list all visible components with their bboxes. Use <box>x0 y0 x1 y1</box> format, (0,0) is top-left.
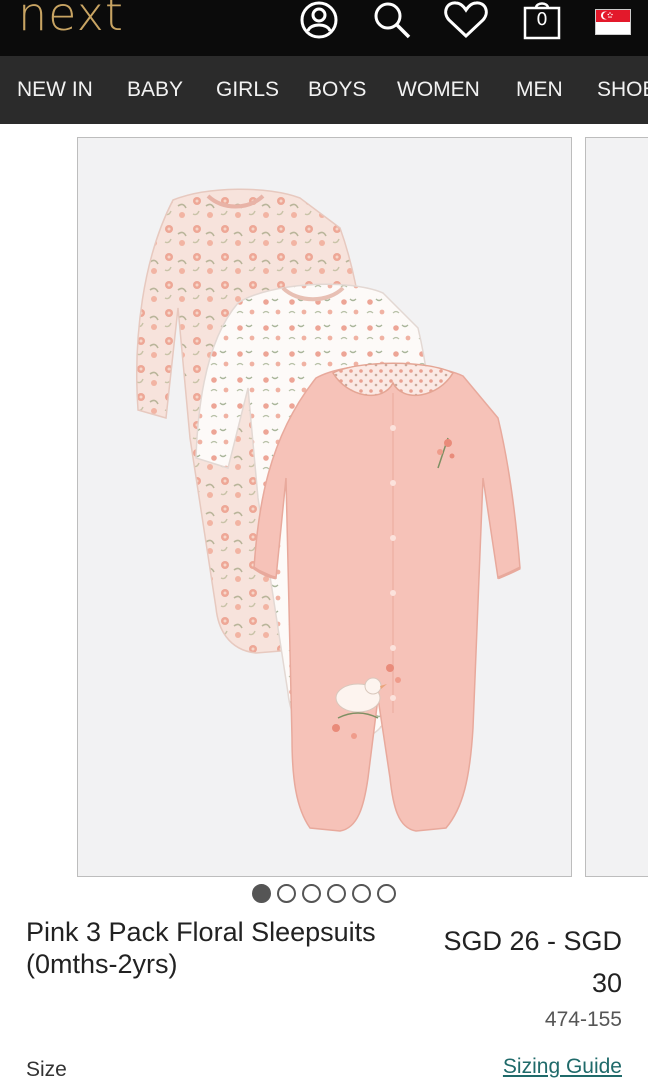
product-image[interactable] <box>77 137 572 877</box>
carousel-dot[interactable] <box>302 884 321 903</box>
carousel-dot[interactable] <box>277 884 296 903</box>
carousel-dot[interactable] <box>377 884 396 903</box>
carousel-dot[interactable] <box>327 884 346 903</box>
site-header: next 0 <box>0 0 648 56</box>
sleepsuit-pink <box>253 362 521 832</box>
wishlist-heart-icon[interactable] <box>442 0 490 40</box>
product-title: Pink 3 Pack Floral Sleepsuits (0mths-2yr… <box>26 917 376 979</box>
size-label: Size <box>26 1058 67 1080</box>
nav-item-new-in[interactable]: NEW IN <box>17 56 93 124</box>
nav-item-men[interactable]: MEN <box>516 56 563 124</box>
nav-item-boys[interactable]: BOYS <box>308 56 366 124</box>
sleepsuits-illustration <box>136 188 521 832</box>
carousel-pagination <box>252 884 396 904</box>
nav-item-shoes[interactable]: SHOES <box>597 56 648 124</box>
next-logo[interactable]: next <box>18 0 124 42</box>
search-icon[interactable] <box>370 0 412 40</box>
nav-item-baby[interactable]: BABY <box>127 56 183 124</box>
account-icon[interactable] <box>298 0 340 40</box>
next-product-image[interactable] <box>585 137 648 877</box>
nav-item-girls[interactable]: GIRLS <box>216 56 279 124</box>
product-price: SGD 26 - SGD 30 <box>420 920 622 1004</box>
nav-item-women[interactable]: WOMEN <box>397 56 480 124</box>
price-line: 30 <box>591 968 622 998</box>
bag-count: 0 <box>536 9 548 30</box>
carousel-dot[interactable] <box>252 884 271 903</box>
singapore-flag-icon[interactable] <box>594 8 632 36</box>
main-nav: NEW IN BABY GIRLS BOYS WOMEN MEN SHOES <box>0 56 648 124</box>
price-line: SGD 26 - SGD <box>443 926 622 956</box>
sizing-guide-link[interactable]: Sizing Guide <box>470 1055 622 1079</box>
shopping-bag-icon[interactable]: 0 <box>522 0 562 40</box>
item-number: 474-155 <box>544 1008 622 1031</box>
carousel-dot[interactable] <box>352 884 371 903</box>
